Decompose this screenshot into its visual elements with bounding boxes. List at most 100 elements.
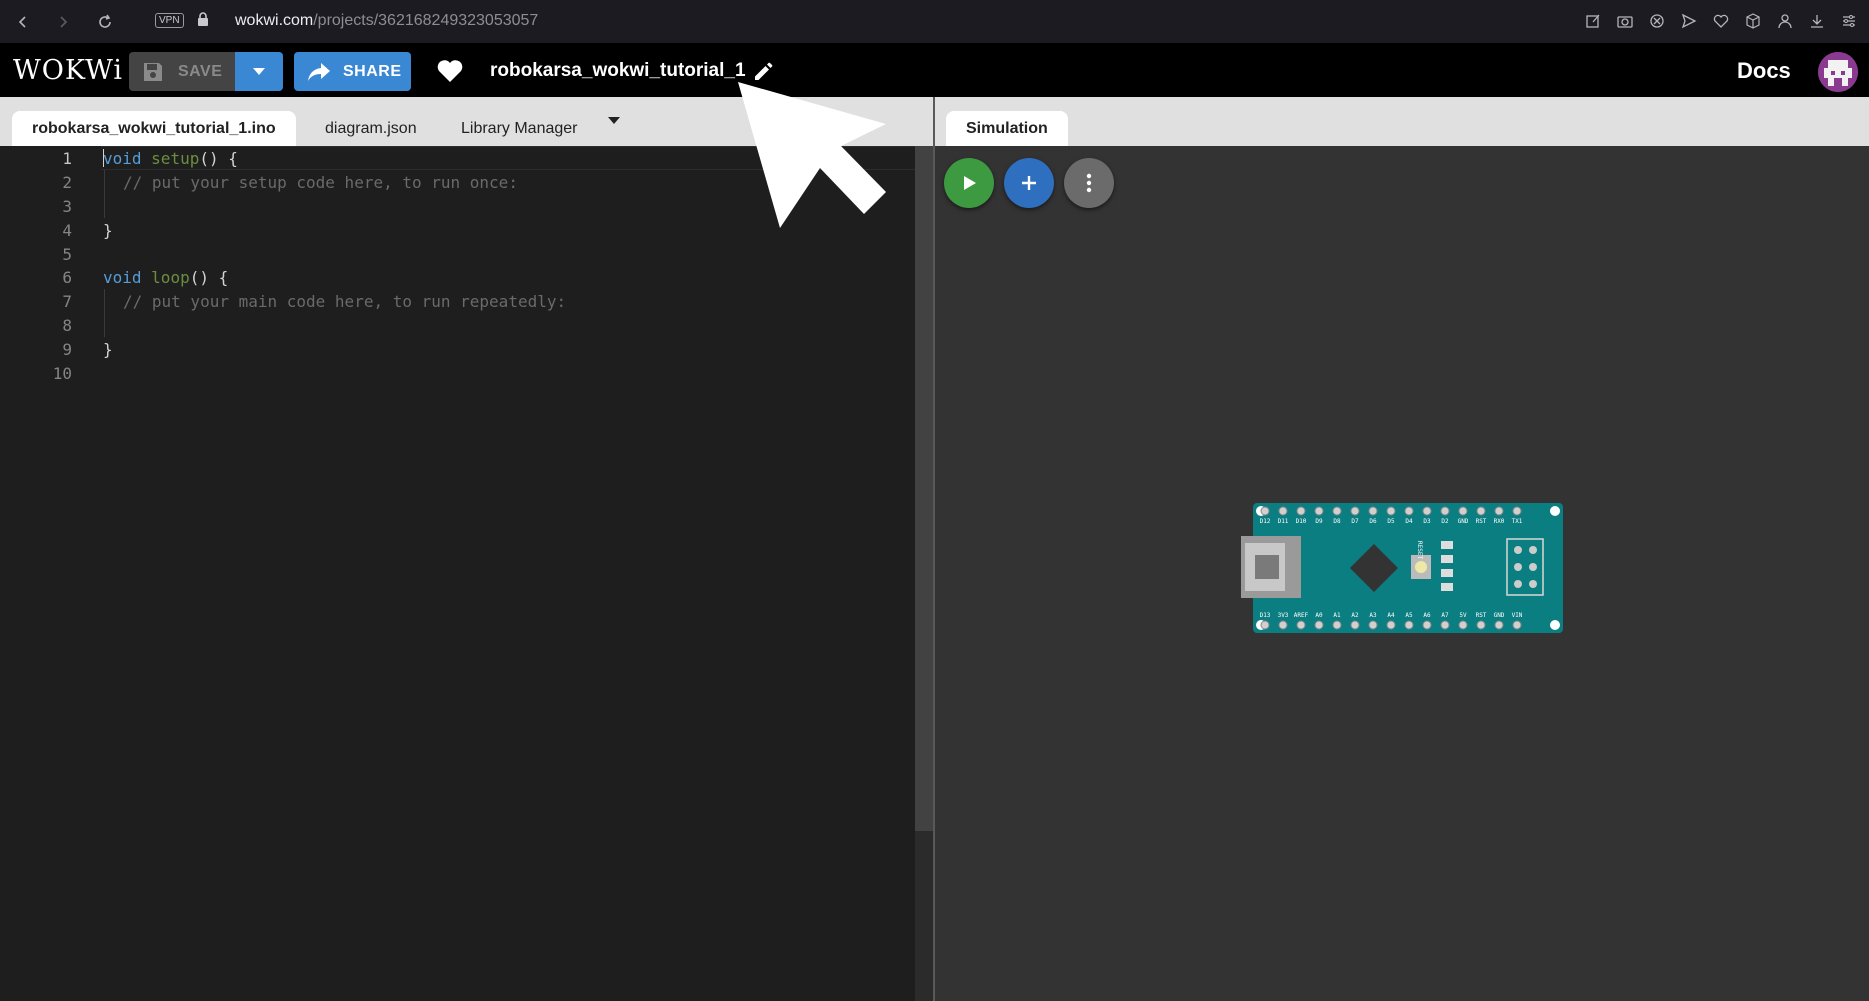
- board-pin[interactable]: [1350, 620, 1360, 630]
- camera-icon[interactable]: [1613, 8, 1637, 34]
- code-line: 10: [0, 361, 915, 385]
- profile-icon[interactable]: [1773, 8, 1797, 34]
- board-pin[interactable]: [1494, 620, 1504, 630]
- tab-diagram-json[interactable]: diagram.json: [305, 111, 437, 146]
- line-content: void loop() {: [103, 267, 229, 287]
- editor-scrollbar-thumb[interactable]: [915, 146, 933, 831]
- adblock-icon[interactable]: [1645, 8, 1669, 34]
- line-number: 7: [62, 291, 72, 311]
- board-pin-label: D8: [1333, 518, 1341, 525]
- board-pin-label: D12: [1260, 518, 1271, 525]
- add-part-button[interactable]: [1004, 158, 1054, 208]
- board-pin[interactable]: [1296, 506, 1306, 516]
- board-pin-label: A2: [1351, 612, 1359, 619]
- board-pin[interactable]: [1260, 506, 1270, 516]
- board-pin[interactable]: [1422, 620, 1432, 630]
- editor-scrollbar-track[interactable]: [915, 831, 933, 1001]
- board-pin[interactable]: [1332, 506, 1342, 516]
- board-pin-label: A6: [1423, 612, 1431, 619]
- url-path: /projects/362168249323053057: [313, 12, 539, 29]
- plus-icon: [1022, 176, 1036, 190]
- code-editor[interactable]: 1 void setup() { 2 // put your setup cod…: [0, 146, 933, 1001]
- board-pin[interactable]: [1512, 506, 1522, 516]
- url-host: wokwi.com: [235, 12, 314, 29]
- board-pin[interactable]: [1314, 620, 1324, 630]
- browser-toolbar: VPN wokwi.com/projects/36216824932305305…: [0, 0, 1869, 43]
- vpn-badge[interactable]: VPN: [155, 13, 184, 28]
- board-pin-label: D13: [1260, 612, 1271, 619]
- board-pin[interactable]: [1512, 620, 1522, 630]
- more-options-button[interactable]: [1064, 158, 1114, 208]
- board-pin[interactable]: [1350, 506, 1360, 516]
- board-pin[interactable]: [1278, 620, 1288, 630]
- board-pin[interactable]: [1368, 506, 1378, 516]
- board-pin-label: A3: [1369, 612, 1377, 619]
- board-pin[interactable]: [1476, 620, 1486, 630]
- snapshot-edit-icon[interactable]: [1581, 8, 1605, 34]
- line-number: 3: [62, 196, 72, 216]
- board-pin[interactable]: [1458, 506, 1468, 516]
- board-pin[interactable]: [1386, 506, 1396, 516]
- avatar[interactable]: [1818, 52, 1858, 92]
- send-icon[interactable]: [1677, 8, 1701, 34]
- tab-simulation[interactable]: Simulation: [946, 111, 1068, 146]
- tab-library-manager[interactable]: Library Manager: [441, 111, 598, 146]
- board-pin[interactable]: [1296, 620, 1306, 630]
- board-pin-label: TX1: [1512, 518, 1523, 525]
- download-icon[interactable]: [1805, 8, 1829, 34]
- start-simulation-button[interactable]: [944, 158, 994, 208]
- board-pin[interactable]: [1332, 620, 1342, 630]
- address-bar[interactable]: wokwi.com/projects/362168249323053057: [235, 12, 538, 30]
- board-pin[interactable]: [1386, 620, 1396, 630]
- tab-sketch-ino[interactable]: robokarsa_wokwi_tutorial_1.ino: [12, 111, 296, 146]
- board-pin[interactable]: [1476, 506, 1486, 516]
- forward-icon[interactable]: [48, 7, 78, 37]
- board-pin[interactable]: [1404, 506, 1414, 516]
- wokwi-logo[interactable]: WOKWi: [13, 55, 123, 86]
- board-pin-label: VIN: [1512, 612, 1523, 619]
- save-button[interactable]: SAVE: [129, 52, 235, 91]
- floppy-disk-icon: [144, 62, 162, 81]
- heart-icon[interactable]: [437, 59, 463, 83]
- board-pin[interactable]: [1314, 506, 1324, 516]
- reset-label: RESET: [1416, 541, 1423, 559]
- arduino-nano-board[interactable]: D12 D11 D10 D9 D8 D7 D6 D5 D4 D3 D2 GND RST RX0 TX1 D1…: [1241, 503, 1567, 633]
- board-pin[interactable]: [1278, 506, 1288, 516]
- line-number: 1: [62, 148, 72, 168]
- line-number: 6: [62, 267, 72, 287]
- heart-outline-icon[interactable]: [1709, 8, 1733, 34]
- docs-link[interactable]: Docs: [1737, 58, 1791, 84]
- project-name[interactable]: robokarsa_wokwi_tutorial_1: [490, 60, 746, 82]
- board-pin-label: A7: [1441, 612, 1449, 619]
- settings-sliders-icon[interactable]: [1837, 8, 1861, 34]
- back-icon[interactable]: [8, 7, 38, 37]
- play-icon: [964, 176, 976, 190]
- board-pin[interactable]: [1368, 620, 1378, 630]
- board-pin-label: D9: [1315, 518, 1323, 525]
- share-arrow-icon: [308, 62, 330, 81]
- board-pin[interactable]: [1440, 620, 1450, 630]
- save-label: SAVE: [178, 62, 223, 80]
- lock-icon[interactable]: [197, 12, 209, 26]
- chevron-down-icon: [253, 67, 265, 75]
- cube-icon[interactable]: [1741, 8, 1765, 34]
- save-dropdown-button[interactable]: [235, 52, 283, 91]
- board-pin-label: GND: [1458, 518, 1469, 525]
- board-pin[interactable]: [1422, 506, 1432, 516]
- line-content: }: [103, 220, 113, 240]
- board-pin[interactable]: [1494, 506, 1504, 516]
- code-line: 7 // put your main code here, to run rep…: [0, 289, 915, 313]
- browser-extension-icons: [1581, 8, 1861, 34]
- share-button[interactable]: SHARE: [294, 52, 411, 91]
- tab-menu-caret-icon[interactable]: [608, 117, 620, 124]
- mouse-cursor-arrow-icon: [738, 82, 886, 228]
- board-pin-label: A4: [1387, 612, 1395, 619]
- line-number: 4: [62, 220, 72, 240]
- reload-icon[interactable]: [90, 7, 120, 37]
- board-pin[interactable]: [1260, 620, 1270, 630]
- board-pin[interactable]: [1404, 620, 1414, 630]
- line-number: 10: [52, 363, 72, 383]
- board-pin[interactable]: [1458, 620, 1468, 630]
- board-pin-label: A5: [1405, 612, 1413, 619]
- board-pin[interactable]: [1440, 506, 1450, 516]
